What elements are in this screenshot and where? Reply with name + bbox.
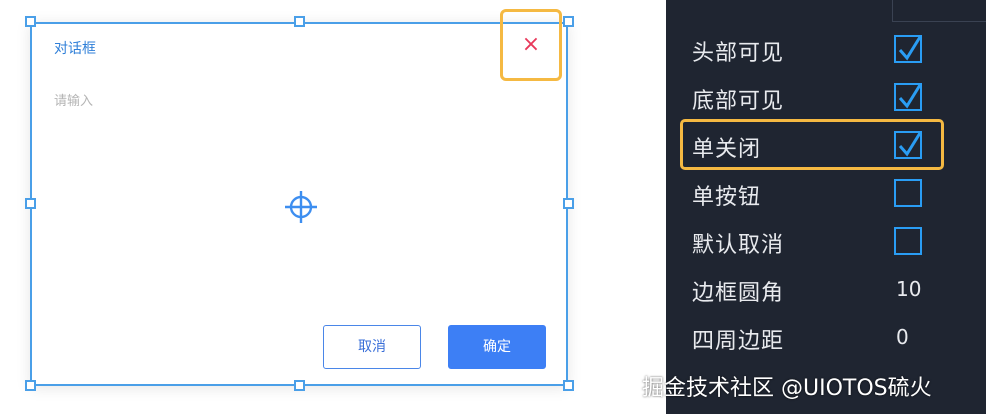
prop-row-default-cancel: 默认取消	[666, 221, 986, 261]
checkmark-icon	[898, 36, 922, 61]
prop-label: 边框圆角	[692, 281, 785, 306]
crosshair-icon[interactable]	[284, 190, 318, 224]
prop-row-padding: 四周边距 0	[666, 317, 986, 357]
single-button-checkbox[interactable]	[894, 179, 922, 207]
resize-handle-bottom[interactable]	[294, 380, 305, 391]
footer-visible-checkbox[interactable]	[894, 83, 922, 111]
resize-handle-top-left[interactable]	[25, 16, 36, 27]
prop-label: 头部可见	[692, 41, 785, 66]
watermark: 掘金技术社区 @UIOTOS硫火	[642, 376, 932, 401]
dialog-title: 对话框	[54, 41, 96, 57]
resize-handle-top[interactable]	[294, 16, 305, 27]
prop-row-header-visible: 头部可见	[666, 29, 986, 69]
prop-label: 单按钮	[692, 185, 762, 210]
resize-handle-left[interactable]	[25, 198, 36, 209]
design-canvas[interactable]: 对话框 × 请输入 取消 确定	[0, 0, 640, 414]
prop-row-single-button: 单按钮	[666, 173, 986, 213]
ok-button[interactable]: 确定	[448, 325, 546, 369]
resize-handle-bottom-right[interactable]	[563, 380, 574, 391]
resize-handle-bottom-left[interactable]	[25, 380, 36, 391]
resize-handle-right[interactable]	[563, 198, 574, 209]
close-highlight-frame: ×	[500, 9, 562, 81]
prop-row-border-radius: 边框圆角 10	[666, 269, 986, 309]
dialog-content-placeholder[interactable]: 请输入	[54, 90, 93, 109]
property-panel: 头部可见 底部可见 单关闭 单按钮 默认取消 边框圆角 10 四周边距 0	[666, 0, 986, 414]
header-visible-checkbox[interactable]	[894, 35, 922, 63]
checkmark-icon	[898, 84, 922, 109]
prop-label: 四周边距	[692, 329, 785, 354]
prop-row-footer-visible: 底部可见	[666, 77, 986, 117]
close-icon[interactable]: ×	[503, 34, 559, 56]
dialog-component[interactable]: 对话框 × 请输入 取消 确定	[30, 9, 568, 386]
resize-handle-top-right[interactable]	[563, 16, 574, 27]
default-cancel-checkbox[interactable]	[894, 227, 922, 255]
single-close-highlight-frame	[680, 119, 944, 170]
prop-label: 默认取消	[692, 233, 785, 258]
cancel-button[interactable]: 取消	[323, 325, 421, 369]
padding-value[interactable]: 0	[896, 325, 909, 349]
panel-input-box[interactable]	[892, 0, 986, 22]
prop-label: 底部可见	[692, 89, 785, 114]
border-radius-value[interactable]: 10	[896, 277, 921, 301]
